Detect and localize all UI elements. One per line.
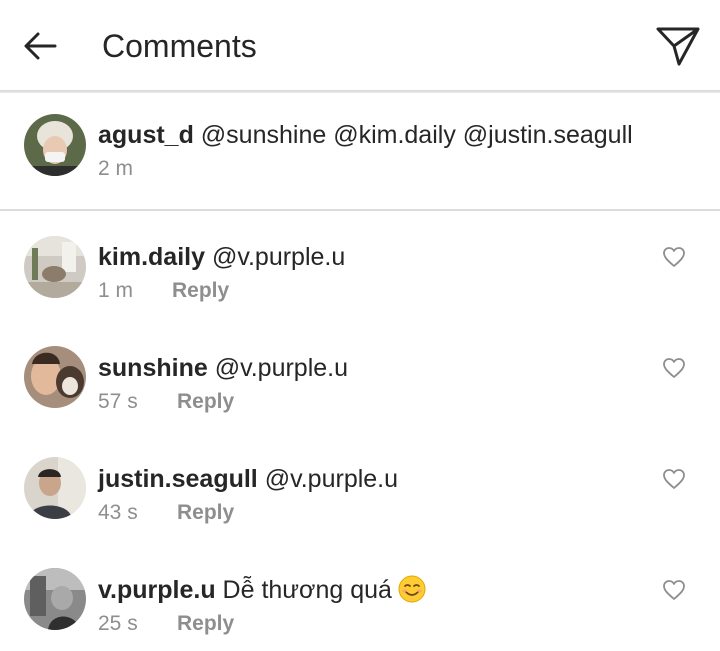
reply-button[interactable]: Reply [177,610,234,638]
caption-text: agust_d @sunshine @kim.daily @justin.sea… [98,119,633,151]
like-button[interactable] [660,465,688,493]
caption-username[interactable]: agust_d [98,121,194,149]
comment-body: @v.purple.u [205,243,346,271]
avatar[interactable] [24,346,86,408]
avatar[interactable] [24,114,86,176]
comment-username[interactable]: sunshine [98,354,208,382]
comment-time: 1 m [98,279,134,302]
back-button[interactable] [18,24,62,68]
heart-icon [663,247,685,267]
comment-username[interactable]: v.purple.u [98,576,216,604]
caption-body: @sunshine @kim.daily @justin.seagull [193,121,633,149]
comment-text: kim.daily @v.purple.u [98,241,345,273]
smiling-face-emoji [398,575,426,603]
heart-icon [663,580,685,600]
heart-icon [663,358,685,378]
comment-username[interactable]: justin.seagull [98,465,258,493]
comment-body: @v.purple.u [257,465,399,493]
comment-text: v.purple.u Dễ thương quá [98,574,426,606]
avatar[interactable] [24,236,86,298]
comment-body: Dễ thương quá [215,576,392,604]
avatar[interactable] [24,457,86,519]
like-button[interactable] [660,354,688,382]
top-bar: Comments [0,0,720,90]
comment-text: justin.seagull @v.purple.u [98,463,398,495]
comment-time: 25 s [98,612,138,635]
paper-plane-icon [656,27,700,66]
comment-time: 57 s [98,390,138,413]
arrow-left-icon [24,32,57,60]
comment-text: sunshine @v.purple.u [98,352,348,384]
caption-divider [0,209,720,211]
comment-body: @v.purple.u [207,354,349,382]
reply-button[interactable]: Reply [177,499,234,527]
comment-time: 43 s [98,501,138,524]
share-button[interactable] [652,22,704,70]
page-title: Comments [102,28,257,64]
reply-button[interactable]: Reply [177,388,234,416]
caption-row: agust_d @sunshine @kim.daily @justin.sea… [0,93,720,209]
comment-username[interactable]: kim.daily [98,243,205,271]
like-button[interactable] [660,243,688,271]
heart-icon [663,469,685,489]
like-button[interactable] [660,576,688,604]
reply-button[interactable]: Reply [172,277,229,305]
avatar[interactable] [24,568,86,630]
caption-time: 2 m [98,157,134,180]
